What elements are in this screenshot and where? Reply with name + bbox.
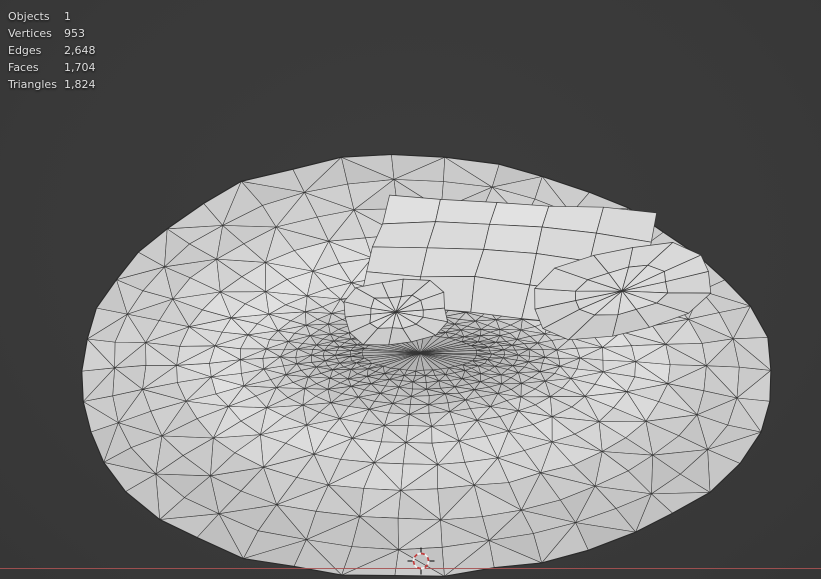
- stat-value: 1,704: [64, 59, 96, 76]
- stat-value: 953: [64, 25, 85, 42]
- stat-label: Edges: [8, 42, 64, 59]
- stats-overlay: Objects 1 Vertices 953 Edges 2,648 Faces…: [8, 8, 96, 93]
- 3d-viewport[interactable]: Objects 1 Vertices 953 Edges 2,648 Faces…: [0, 0, 821, 579]
- stat-value: 1: [64, 8, 71, 25]
- stat-value: 2,648: [64, 42, 96, 59]
- stat-label: Faces: [8, 59, 64, 76]
- stat-row-objects: Objects 1: [8, 8, 96, 25]
- stat-label: Triangles: [8, 76, 64, 93]
- stat-row-edges: Edges 2,648: [8, 42, 96, 59]
- stat-row-vertices: Vertices 953: [8, 25, 96, 42]
- stat-row-faces: Faces 1,704: [8, 59, 96, 76]
- stat-value: 1,824: [64, 76, 96, 93]
- viewport-canvas[interactable]: [0, 0, 821, 579]
- mesh-object-wireframe[interactable]: [82, 155, 771, 577]
- stat-label: Vertices: [8, 25, 64, 42]
- stat-row-triangles: Triangles 1,824: [8, 76, 96, 93]
- stat-label: Objects: [8, 8, 64, 25]
